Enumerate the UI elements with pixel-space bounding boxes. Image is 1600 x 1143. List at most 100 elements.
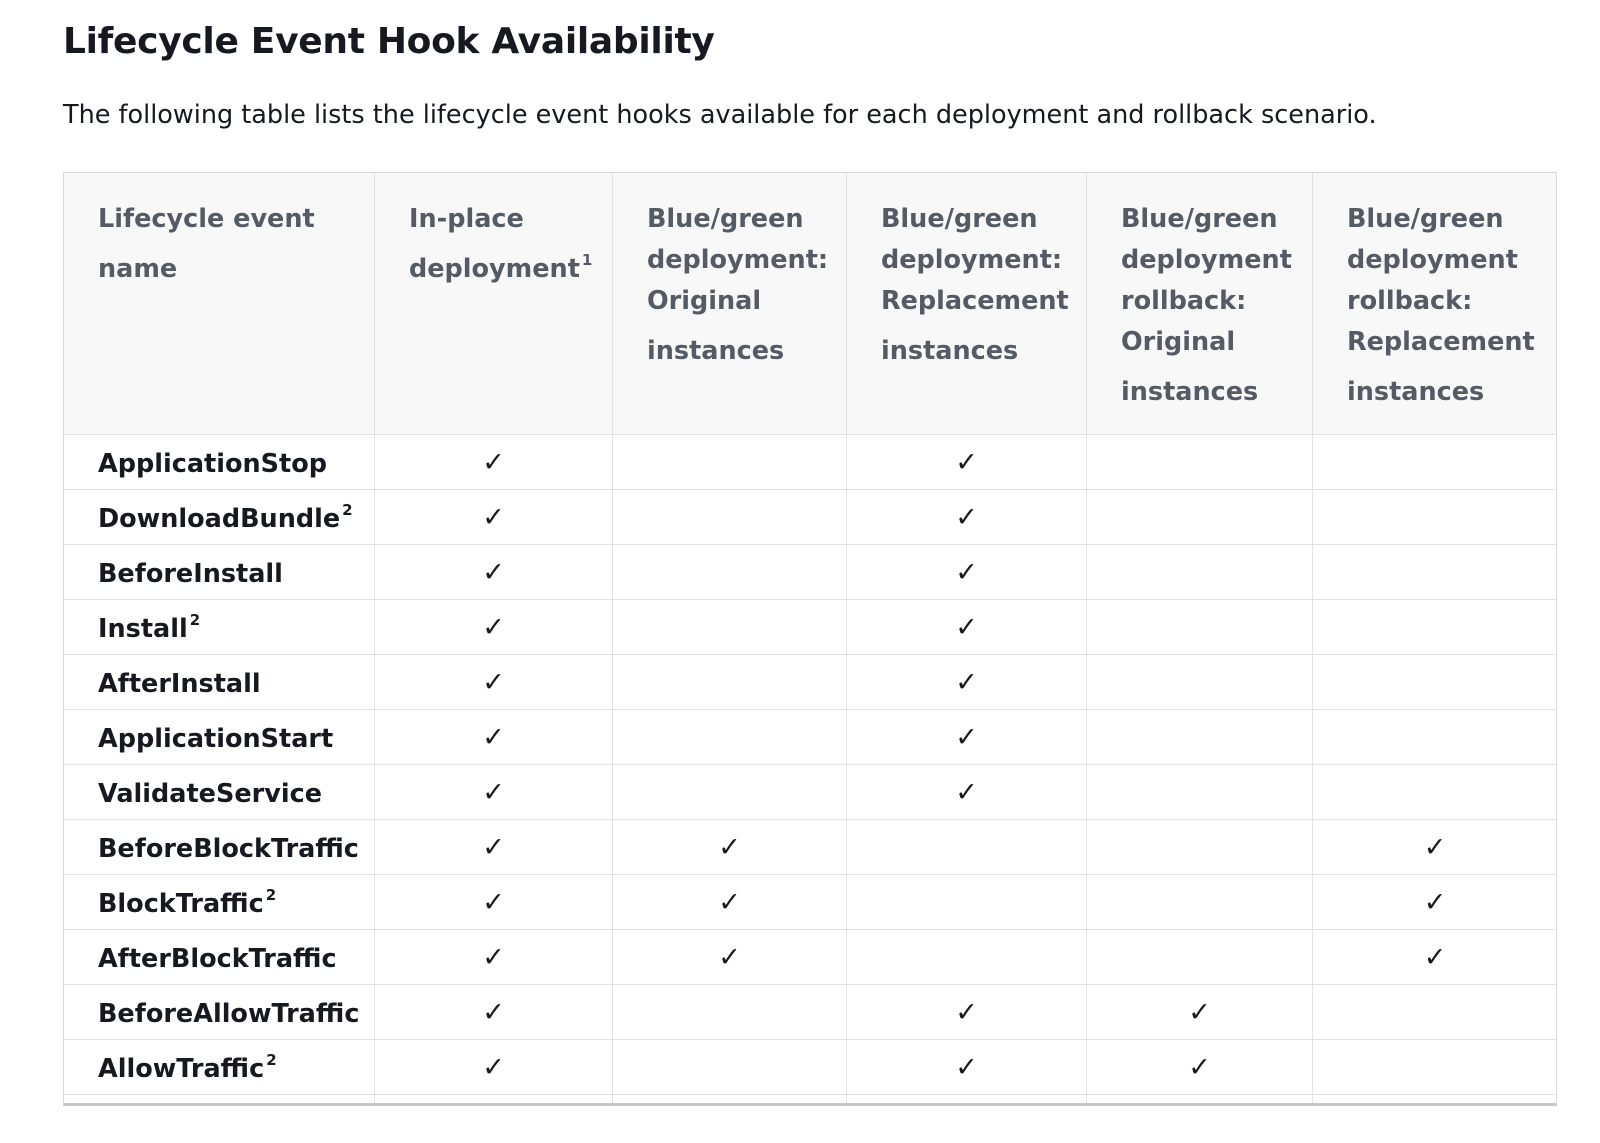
event-name: AfterBlockTraffic xyxy=(98,943,337,974)
check-mark-icon: ✓ xyxy=(374,984,613,1040)
check-mark-icon: ✓ xyxy=(374,544,613,600)
empty-cell xyxy=(612,544,847,600)
empty-cell xyxy=(612,654,847,710)
event-name: ApplicationStart xyxy=(98,723,334,754)
check-mark-icon: ✓ xyxy=(374,709,613,765)
check-mark-icon: ✓ xyxy=(846,434,1087,490)
footnote-marker: 2 xyxy=(265,885,277,904)
hook-availability-table: Lifecycle event name In-place deployment… xyxy=(64,173,1556,1103)
empty-cell xyxy=(1312,984,1556,1040)
empty-cell xyxy=(1312,434,1556,490)
check-mark-icon: ✓ xyxy=(374,1039,613,1095)
check-mark-icon: ✓ xyxy=(846,709,1087,765)
table-row: BeforeAllowTraffic ✓ ✓ ✓ xyxy=(64,984,1556,1040)
event-name-cell: BeforeInstall xyxy=(64,544,375,600)
event-name-cell: AfterInstall xyxy=(64,654,375,710)
hook-availability-table-container: Lifecycle event name In-place deployment… xyxy=(63,172,1557,1106)
intro-paragraph: The following table lists the lifecycle … xyxy=(63,100,1377,130)
check-mark-icon: ✓ xyxy=(374,764,613,820)
column-header-bg-replacement: Blue/green deployment: Replacement insta… xyxy=(846,173,1087,435)
table-row: ApplicationStop ✓ ✓ xyxy=(64,434,1556,490)
event-name-cell: BlockTraffic 2 xyxy=(64,874,375,930)
check-mark-icon: ✓ xyxy=(846,489,1087,545)
footnote-marker: 2 xyxy=(266,1050,277,1069)
empty-cell xyxy=(1312,1039,1556,1095)
check-mark-icon: ✓ xyxy=(612,929,847,985)
event-name-cell: BeforeBlockTraffic xyxy=(64,819,375,875)
event-name: ApplicationStop xyxy=(98,448,327,479)
check-mark-icon: ✓ xyxy=(846,984,1087,1040)
table-body: ApplicationStop ✓ ✓ DownloadBundle 2 ✓ ✓ … xyxy=(64,434,1556,1103)
empty-cell xyxy=(1086,544,1313,600)
empty-cell xyxy=(1086,929,1313,985)
empty-cell xyxy=(612,489,847,545)
event-name: DownloadBundle xyxy=(98,503,341,534)
check-mark-icon: ✓ xyxy=(374,489,613,545)
empty-cell xyxy=(612,434,847,490)
empty-cell xyxy=(1086,654,1313,710)
check-mark-icon: ✓ xyxy=(846,544,1087,600)
check-mark-icon: ✓ xyxy=(374,599,613,655)
empty-cell xyxy=(846,819,1087,875)
table-row: ApplicationStart ✓ ✓ xyxy=(64,709,1556,765)
footnote-marker: 2 xyxy=(189,610,201,629)
empty-cell xyxy=(1312,599,1556,655)
table-row: AfterInstall ✓ ✓ xyxy=(64,654,1556,710)
empty-cell xyxy=(1086,489,1313,545)
empty-cell xyxy=(1086,599,1313,655)
event-name-cell: ApplicationStop xyxy=(64,434,375,490)
check-mark-icon: ✓ xyxy=(374,929,613,985)
event-name: AfterInstall xyxy=(98,668,261,699)
check-mark-icon: ✓ xyxy=(612,819,847,875)
empty-cell xyxy=(1312,764,1556,820)
table-row: DownloadBundle 2 ✓ ✓ xyxy=(64,489,1556,545)
empty-cell xyxy=(612,764,847,820)
empty-cell xyxy=(612,984,847,1040)
event-name-cell: AfterBlockTraffic xyxy=(64,929,375,985)
event-name: AllowTraffic xyxy=(98,1053,265,1084)
check-mark-icon: ✓ xyxy=(1312,819,1556,875)
check-mark-icon: ✓ xyxy=(374,819,613,875)
event-name-cell: ApplicationStart xyxy=(64,709,375,765)
check-mark-icon: ✓ xyxy=(374,654,613,710)
check-mark-icon: ✓ xyxy=(1312,929,1556,985)
check-mark-icon: ✓ xyxy=(1312,874,1556,930)
page-title: Lifecycle Event Hook Availability xyxy=(63,21,715,62)
event-name-cell: DownloadBundle 2 xyxy=(64,489,375,545)
event-name: Install xyxy=(98,613,188,644)
empty-cell xyxy=(1312,489,1556,545)
column-header-bg-original: Blue/green deployment: Original instance… xyxy=(612,173,847,435)
empty-cell xyxy=(612,599,847,655)
table-row: AllowTraffic 2 ✓ ✓ ✓ xyxy=(64,1039,1556,1095)
check-mark-icon: ✓ xyxy=(846,764,1087,820)
check-mark-icon: ✓ xyxy=(1086,1039,1313,1095)
table-row: Install 2 ✓ ✓ xyxy=(64,599,1556,655)
empty-cell xyxy=(1086,874,1313,930)
table-row: BeforeInstall ✓ ✓ xyxy=(64,544,1556,600)
check-mark-icon: ✓ xyxy=(1086,984,1313,1040)
footnote-marker: 2 xyxy=(342,500,353,519)
event-name: BlockTraffic xyxy=(98,888,264,919)
event-name: BeforeAllowTraffic xyxy=(98,998,360,1029)
event-name-cell: ValidateService xyxy=(64,764,375,820)
column-header-event-name: Lifecycle event name xyxy=(64,173,375,435)
column-header-rollback-replacement: Blue/green deployment rollback: Replacem… xyxy=(1312,173,1556,435)
check-mark-icon: ✓ xyxy=(374,434,613,490)
event-name-cell: BeforeAllowTraffic xyxy=(64,984,375,1040)
table-row: BlockTraffic 2 ✓ ✓ ✓ xyxy=(64,874,1556,930)
empty-cell xyxy=(846,929,1087,985)
event-name-cell: Install 2 xyxy=(64,599,375,655)
table-row: AfterBlockTraffic ✓ ✓ ✓ xyxy=(64,929,1556,985)
check-mark-icon: ✓ xyxy=(846,654,1087,710)
table-row-partial xyxy=(64,1094,1556,1103)
event-name: BeforeInstall xyxy=(98,558,283,589)
empty-cell xyxy=(612,709,847,765)
column-header-rollback-original: Blue/green deployment rollback: Original… xyxy=(1086,173,1313,435)
empty-cell xyxy=(1312,544,1556,600)
empty-cell xyxy=(1312,654,1556,710)
event-name: BeforeBlockTraffic xyxy=(98,833,359,864)
check-mark-icon: ✓ xyxy=(846,599,1087,655)
empty-cell xyxy=(1086,819,1313,875)
check-mark-icon: ✓ xyxy=(846,1039,1087,1095)
empty-cell xyxy=(1086,434,1313,490)
